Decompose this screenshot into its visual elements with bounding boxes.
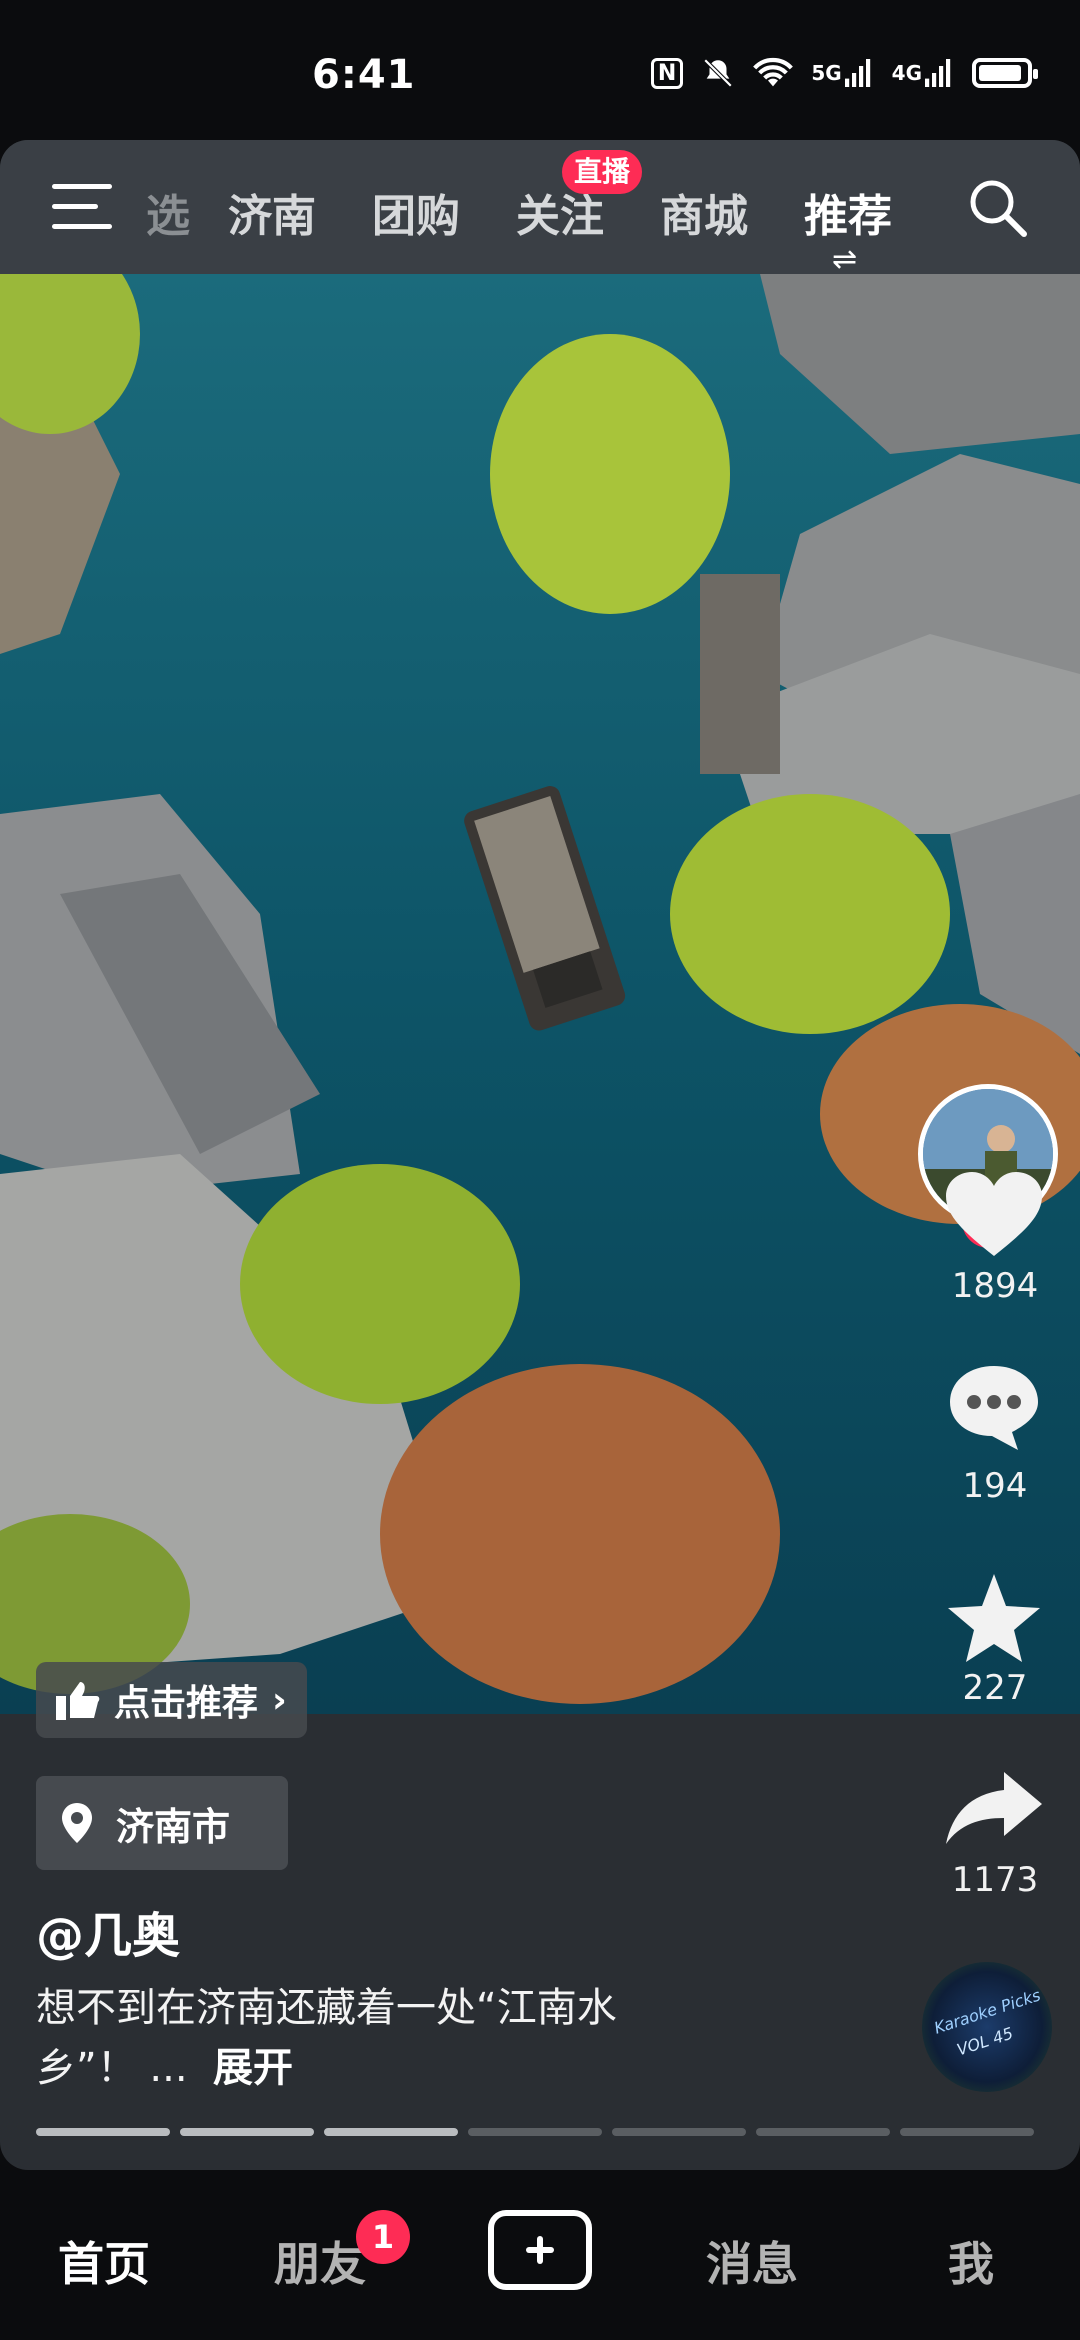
location-chip[interactable]: 济南市: [36, 1776, 288, 1870]
location-pin-icon: [62, 1803, 92, 1843]
status-icons: N 5G 4G: [650, 56, 1038, 90]
network-4g-label: 4G: [891, 61, 922, 85]
friends-badge: 1: [356, 2210, 410, 2264]
mute-bell-icon: [701, 56, 735, 90]
share-count: 1173: [951, 1860, 1039, 1900]
expand-link[interactable]: 展开: [213, 2045, 293, 2091]
progress-segment: [180, 2128, 314, 2136]
swap-arrows-icon: ⇌: [832, 242, 858, 277]
favorite-star-icon[interactable]: [944, 1570, 1044, 1666]
menu-icon[interactable]: [52, 184, 114, 234]
create-post-button[interactable]: [488, 2210, 592, 2290]
bottom-nav: 首页 朋友 1 消息 我: [0, 2170, 1080, 2340]
tab-mall[interactable]: 商城: [660, 180, 748, 244]
tab-jinan[interactable]: 济南: [228, 180, 316, 244]
progress-segment: [468, 2128, 602, 2136]
search-icon[interactable]: [966, 176, 1028, 238]
tab-recommend[interactable]: 推荐: [804, 180, 892, 244]
wifi-icon: [753, 57, 794, 89]
progress-segment: [612, 2128, 746, 2136]
video-card: 选 济南 团购 关注 直播 商城 推荐 ⇌ 1894 194 227 1173 …: [0, 140, 1080, 2170]
recommend-chip-label: 点击推荐: [114, 1683, 259, 1724]
nav-home[interactable]: 首页: [58, 2228, 150, 2294]
author-name[interactable]: @几奥: [36, 1896, 180, 1966]
status-time: 6:41: [312, 52, 416, 98]
chevron-right-icon: ›: [272, 1679, 287, 1721]
share-arrow-icon[interactable]: [944, 1768, 1044, 1848]
post-caption: 想不到在济南还藏着一处“江南水 乡”！ ... 展开: [36, 1978, 736, 2098]
progress-segment: [324, 2128, 458, 2136]
nav-messages[interactable]: 消息: [706, 2228, 798, 2294]
nav-me[interactable]: 我: [948, 2228, 994, 2294]
tab-group-buy[interactable]: 团购: [372, 180, 460, 244]
thumbs-up-icon: [56, 1682, 100, 1720]
battery-icon: [972, 58, 1038, 88]
carousel-progress: [36, 2128, 1034, 2136]
like-icon[interactable]: [944, 1170, 1044, 1258]
caption-line-2: 乡”！ ...: [36, 2045, 188, 2091]
network-5g-label: 5G: [811, 61, 842, 85]
comment-icon[interactable]: [946, 1362, 1042, 1452]
live-badge: 直播: [562, 150, 643, 194]
top-nav: 选 济南 团购 关注 直播 商城 推荐 ⇌: [0, 140, 1080, 277]
tab-selected-partial[interactable]: 选: [146, 180, 190, 244]
signal-4g-icon: 4G: [892, 59, 954, 87]
signal-5g-icon: 5G: [811, 59, 873, 87]
music-disc[interactable]: Karaoke Picks VOL 45: [922, 1962, 1052, 2092]
caption-line-1: 想不到在济南还藏着一处“江南水: [36, 1985, 617, 2031]
favorite-count: 227: [962, 1668, 1028, 1708]
status-bar: 6:41 N 5G 4G: [0, 0, 1080, 140]
location-label: 济南市: [116, 1804, 231, 1849]
nfc-icon: N: [650, 57, 684, 89]
like-count: 1894: [951, 1266, 1039, 1306]
progress-segment: [36, 2128, 170, 2136]
nav-friends[interactable]: 朋友: [274, 2228, 366, 2294]
progress-segment: [900, 2128, 1034, 2136]
progress-segment: [756, 2128, 890, 2136]
recommend-chip[interactable]: 点击推荐 ›: [36, 1662, 307, 1738]
comment-count: 194: [962, 1466, 1028, 1506]
